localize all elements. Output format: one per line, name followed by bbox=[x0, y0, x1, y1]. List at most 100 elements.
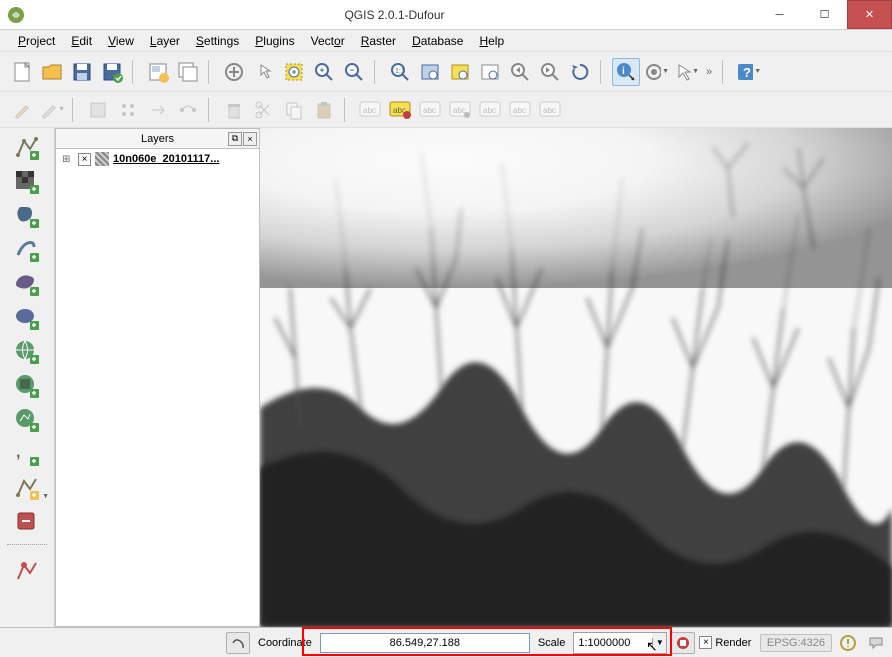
identify-button[interactable]: i bbox=[612, 58, 640, 86]
new-project-button[interactable] bbox=[8, 58, 36, 86]
zoom-next-button[interactable] bbox=[536, 58, 564, 86]
raster-layer-icon bbox=[95, 152, 109, 166]
add-feature-button[interactable] bbox=[114, 96, 142, 124]
add-wms-layer-button[interactable] bbox=[13, 338, 41, 366]
layers-panel-undock-button[interactable]: ⧉ bbox=[228, 132, 242, 146]
node-tool-button[interactable] bbox=[174, 96, 202, 124]
zoom-last-button[interactable] bbox=[506, 58, 534, 86]
crs-status-button[interactable] bbox=[836, 632, 860, 654]
menubar: Project Edit View Layer Settings Plugins… bbox=[0, 30, 892, 52]
add-delimited-text-layer-button[interactable]: , bbox=[13, 440, 41, 468]
help-button[interactable]: ?▼ bbox=[734, 58, 762, 86]
menu-database[interactable]: Database bbox=[406, 32, 469, 50]
save-edits-button[interactable]: ▼ bbox=[38, 96, 66, 124]
render-label: Render bbox=[715, 637, 751, 649]
menu-view[interactable]: View bbox=[102, 32, 140, 50]
copy-features-button[interactable] bbox=[280, 96, 308, 124]
menu-help[interactable]: Help bbox=[473, 32, 510, 50]
app-icon bbox=[6, 5, 26, 25]
open-project-button[interactable] bbox=[38, 58, 66, 86]
new-shapefile-button[interactable]: ▼ bbox=[13, 474, 41, 502]
menu-project[interactable]: Project bbox=[12, 32, 61, 50]
label-tool-abc7[interactable]: abc bbox=[536, 96, 564, 124]
zoom-full-button[interactable] bbox=[416, 58, 444, 86]
composer-manager-button[interactable] bbox=[174, 58, 202, 86]
minimize-button[interactable]: ─ bbox=[757, 0, 802, 29]
refresh-button[interactable] bbox=[566, 58, 594, 86]
pan-button[interactable] bbox=[220, 58, 248, 86]
coordinate-input[interactable] bbox=[320, 633, 530, 653]
toolbar-overflow[interactable]: » bbox=[702, 66, 716, 78]
menu-vector[interactable]: Vector bbox=[305, 32, 351, 50]
label-tool-abc6[interactable]: abc bbox=[506, 96, 534, 124]
coordinate-label: Coordinate bbox=[254, 637, 316, 649]
svg-text:?: ? bbox=[743, 65, 751, 80]
svg-text:1:1: 1:1 bbox=[395, 68, 405, 75]
scale-dropdown-arrow[interactable]: ▼ bbox=[652, 638, 666, 647]
label-tool-abc2[interactable]: abc bbox=[386, 96, 414, 124]
gps-tool-button[interactable] bbox=[13, 558, 41, 586]
messages-button[interactable] bbox=[864, 632, 888, 654]
add-wcs-layer-button[interactable] bbox=[13, 372, 41, 400]
add-spatialite-layer-button[interactable] bbox=[13, 236, 41, 264]
deselect-button[interactable]: ▼ bbox=[672, 58, 700, 86]
menu-layer[interactable]: Layer bbox=[144, 32, 186, 50]
add-vector-layer-button[interactable] bbox=[13, 134, 41, 162]
zoom-in-alt-button[interactable] bbox=[310, 58, 338, 86]
menu-raster[interactable]: Raster bbox=[355, 32, 402, 50]
add-postgis-layer-button[interactable] bbox=[13, 202, 41, 230]
layers-panel-close-button[interactable]: × bbox=[243, 132, 257, 146]
svg-text:abc: abc bbox=[513, 106, 526, 115]
delete-selected-button[interactable] bbox=[220, 96, 248, 124]
svg-text:abc: abc bbox=[483, 106, 496, 115]
layer-visibility-checkbox[interactable]: × bbox=[78, 153, 91, 166]
label-tool-abc1[interactable]: abc bbox=[356, 96, 384, 124]
menu-edit[interactable]: Edit bbox=[65, 32, 98, 50]
data-source-toolbar: , ▼ bbox=[0, 128, 55, 627]
scale-input[interactable] bbox=[574, 633, 652, 653]
maximize-button[interactable]: ☐ bbox=[802, 0, 847, 29]
layer-name-label: 10n060e_20101117... bbox=[113, 153, 219, 165]
svg-text:i: i bbox=[622, 66, 625, 77]
label-tool-abc4[interactable]: abc bbox=[446, 96, 474, 124]
zoom-in-button[interactable] bbox=[280, 58, 308, 86]
svg-text:,: , bbox=[16, 444, 20, 461]
label-tool-abc3[interactable]: abc bbox=[416, 96, 444, 124]
layer-expand-icon[interactable]: ⊞ bbox=[62, 154, 74, 165]
zoom-native-button[interactable]: 1:1 bbox=[386, 58, 414, 86]
save-layer-edits-button[interactable] bbox=[84, 96, 112, 124]
toggle-editing-button[interactable] bbox=[8, 96, 36, 124]
svg-text:abc: abc bbox=[543, 106, 556, 115]
menu-plugins[interactable]: Plugins bbox=[249, 32, 300, 50]
map-canvas[interactable] bbox=[260, 128, 892, 627]
menu-settings[interactable]: Settings bbox=[190, 32, 245, 50]
label-tool-abc5[interactable]: abc bbox=[476, 96, 504, 124]
render-checkbox-group[interactable]: × Render bbox=[699, 636, 751, 649]
render-checkbox[interactable]: × bbox=[699, 636, 712, 649]
toggle-extents-button[interactable] bbox=[226, 632, 250, 654]
layer-row[interactable]: ⊞ × 10n060e_20101117... bbox=[56, 149, 259, 169]
zoom-to-selection-button[interactable] bbox=[446, 58, 474, 86]
paste-features-button[interactable] bbox=[310, 96, 338, 124]
move-feature-button[interactable] bbox=[144, 96, 172, 124]
add-mssql-layer-button[interactable] bbox=[13, 270, 41, 298]
add-wfs-layer-button[interactable] bbox=[13, 406, 41, 434]
add-raster-layer-button[interactable] bbox=[13, 168, 41, 196]
remove-layer-button[interactable] bbox=[13, 508, 41, 536]
scale-label: Scale bbox=[534, 637, 570, 649]
svg-text:abc: abc bbox=[453, 106, 466, 115]
save-project-button[interactable] bbox=[68, 58, 96, 86]
add-oracle-layer-button[interactable] bbox=[13, 304, 41, 332]
svg-text:abc: abc bbox=[363, 106, 376, 115]
select-tool-button[interactable]: ▼ bbox=[642, 58, 670, 86]
crs-indicator[interactable]: EPSG:4326 bbox=[760, 634, 832, 652]
new-print-composer-button[interactable] bbox=[144, 58, 172, 86]
stop-render-button[interactable] bbox=[671, 632, 695, 654]
zoom-out-button[interactable] bbox=[340, 58, 368, 86]
close-button[interactable]: ✕ bbox=[847, 0, 892, 29]
scale-combo[interactable]: ▼ bbox=[573, 632, 667, 654]
save-project-as-button[interactable] bbox=[98, 58, 126, 86]
cut-features-button[interactable] bbox=[250, 96, 278, 124]
zoom-to-layer-button[interactable] bbox=[476, 58, 504, 86]
pan-to-selection-button[interactable] bbox=[250, 58, 278, 86]
